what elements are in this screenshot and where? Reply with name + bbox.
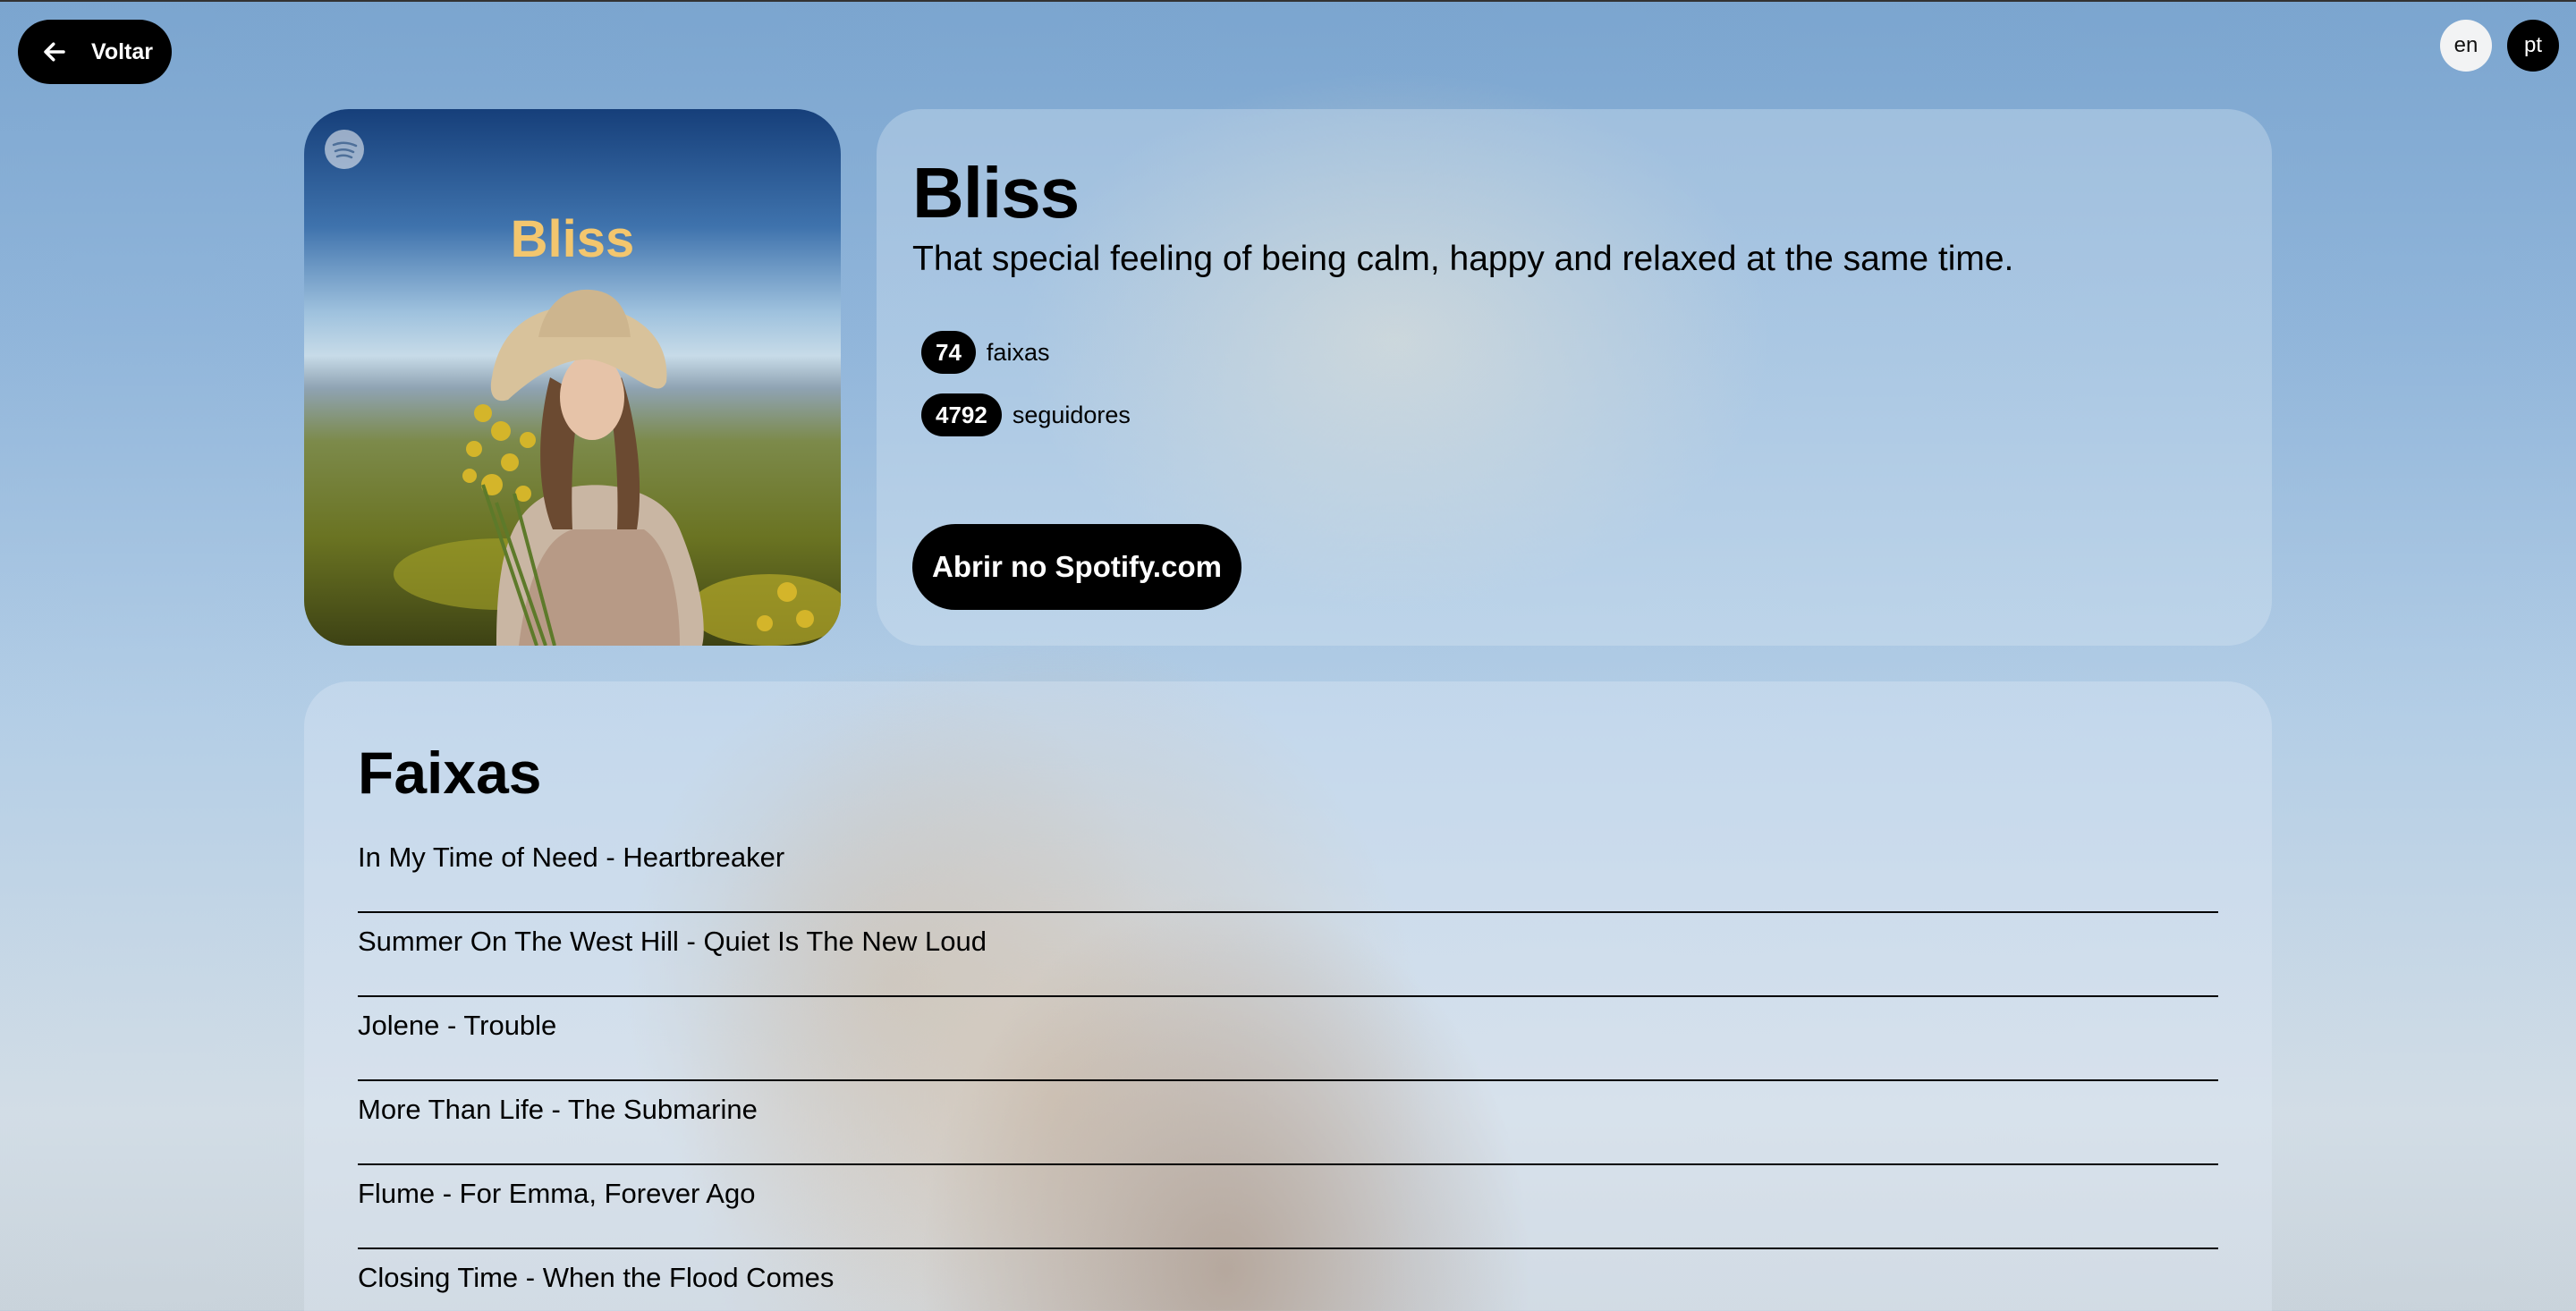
- playlist-info-panel: Bliss That special feeling of being calm…: [877, 109, 2272, 646]
- followers-stat: 4792 seguidores: [921, 393, 1131, 436]
- track-name: Jolene - Trouble: [358, 1010, 557, 1041]
- track-count-label: faixas: [986, 338, 1050, 366]
- language-en-button[interactable]: en: [2440, 20, 2492, 72]
- language-pt-button[interactable]: pt: [2507, 20, 2559, 72]
- playlist-cover-image: Bliss: [304, 109, 841, 646]
- track-count-stat: 74 faixas: [921, 331, 1049, 374]
- followers-label: seguidores: [1012, 401, 1131, 428]
- track-name: More Than Life - The Submarine: [358, 1094, 758, 1125]
- track-name: In My Time of Need - Heartbreaker: [358, 842, 785, 873]
- open-in-spotify-button[interactable]: Abrir no Spotify.com: [912, 524, 1241, 610]
- track-row[interactable]: Summer On The West Hill - Quiet Is The N…: [358, 913, 2218, 997]
- track-row[interactable]: Flume - For Emma, Forever Ago: [358, 1165, 2218, 1249]
- tracks-panel: Faixas In My Time of Need - Heartbreaker…: [304, 681, 2272, 1311]
- track-row[interactable]: Jolene - Trouble: [358, 997, 2218, 1081]
- playlist-description: That special feeling of being calm, happ…: [912, 240, 2014, 278]
- playlist-title: Bliss: [912, 153, 1080, 233]
- track-name: Summer On The West Hill - Quiet Is The N…: [358, 926, 987, 957]
- followers-badge: 4792: [921, 393, 1002, 436]
- track-name: Closing Time - When the Flood Comes: [358, 1262, 835, 1293]
- track-list: In My Time of Need - Heartbreaker Summer…: [358, 829, 2218, 1311]
- track-count-badge: 74: [921, 331, 976, 374]
- cover-title-text: Bliss: [511, 210, 635, 268]
- window-top-edge: [0, 0, 2576, 2]
- track-row[interactable]: Closing Time - When the Flood Comes: [358, 1249, 2218, 1311]
- track-name: Flume - For Emma, Forever Ago: [358, 1178, 756, 1209]
- back-button[interactable]: Voltar: [18, 20, 172, 84]
- tracks-section-title: Faixas: [358, 740, 542, 806]
- track-row[interactable]: More Than Life - The Submarine: [358, 1081, 2218, 1165]
- arrow-left-icon: [44, 42, 65, 62]
- track-row[interactable]: In My Time of Need - Heartbreaker: [358, 829, 2218, 913]
- back-button-label: Voltar: [91, 38, 153, 64]
